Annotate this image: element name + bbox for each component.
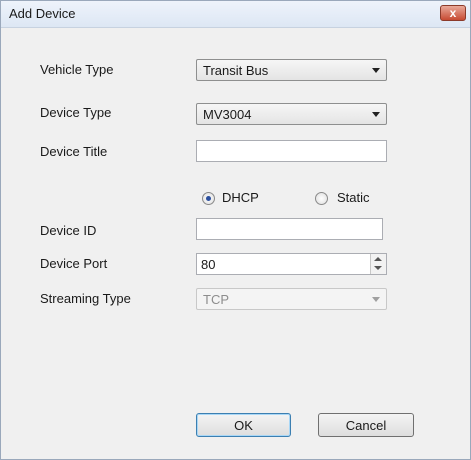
vehicle-type-dropdown[interactable]: Transit Bus xyxy=(196,59,387,81)
static-label: Static xyxy=(337,190,370,205)
device-port-value: 80 xyxy=(201,257,216,272)
window-title: Add Device xyxy=(9,6,76,21)
chevron-down-icon xyxy=(372,68,380,73)
dhcp-label: DHCP xyxy=(222,190,259,205)
device-id-input[interactable] xyxy=(196,218,383,240)
spin-up-icon[interactable] xyxy=(374,257,382,261)
chevron-down-icon xyxy=(372,112,380,117)
cancel-button[interactable]: Cancel xyxy=(318,413,414,437)
streaming-type-label: Streaming Type xyxy=(40,291,131,306)
device-type-label: Device Type xyxy=(40,105,112,120)
streaming-type-value: TCP xyxy=(203,292,229,307)
device-type-value: MV3004 xyxy=(203,107,252,122)
port-spin-control[interactable] xyxy=(370,254,386,274)
device-port-spinner[interactable]: 80 xyxy=(196,253,387,275)
add-device-dialog: Add Device x Vehicle Type Transit Bus De… xyxy=(0,0,471,460)
title-bar: Add Device x xyxy=(1,1,470,28)
close-icon: x xyxy=(449,6,457,20)
static-radio[interactable] xyxy=(315,192,328,205)
device-title-label: Device Title xyxy=(40,144,108,159)
vehicle-type-value: Transit Bus xyxy=(203,63,269,78)
device-title-input[interactable] xyxy=(196,140,387,162)
device-id-label: Device ID xyxy=(40,223,97,238)
vehicle-type-label: Vehicle Type xyxy=(40,62,114,77)
chevron-down-icon xyxy=(372,297,380,302)
spin-down-icon[interactable] xyxy=(374,266,382,270)
streaming-type-dropdown: TCP xyxy=(196,288,387,310)
device-type-dropdown[interactable]: MV3004 xyxy=(196,103,387,125)
ok-button[interactable]: OK xyxy=(196,413,291,437)
device-port-label: Device Port xyxy=(40,256,108,271)
close-button[interactable]: x xyxy=(440,5,466,21)
dhcp-radio[interactable] xyxy=(202,192,215,205)
